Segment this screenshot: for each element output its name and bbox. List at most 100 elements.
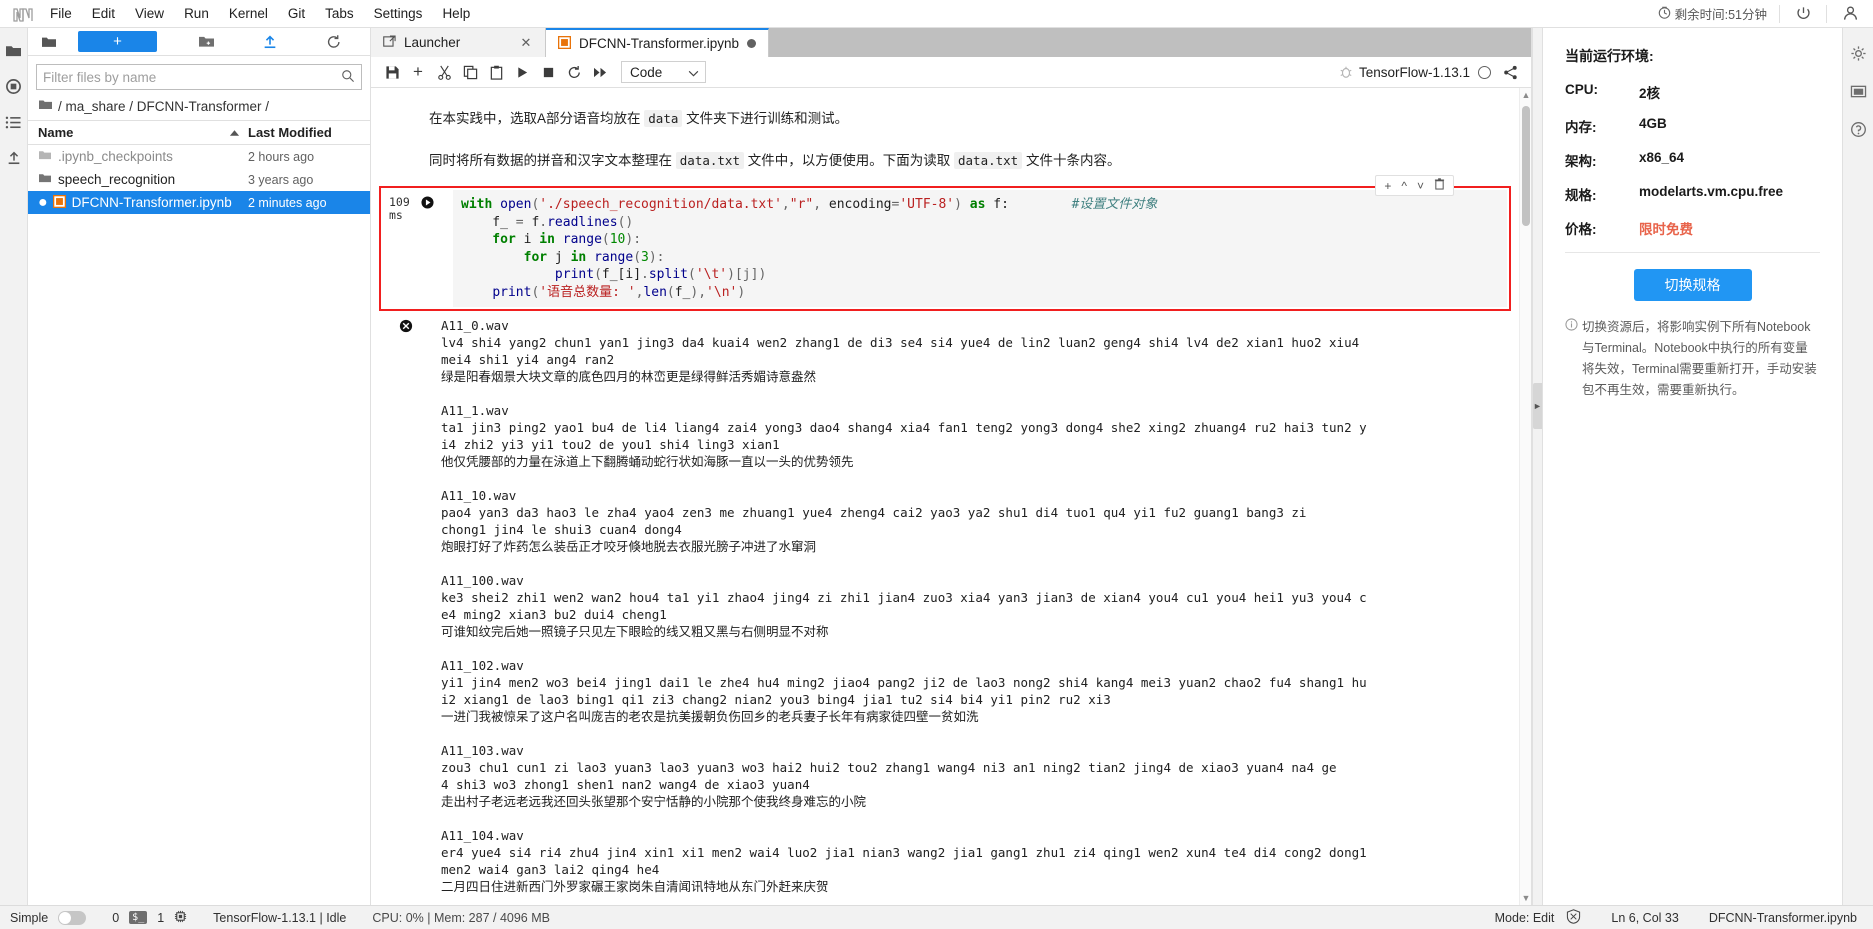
insert-cell-below-icon[interactable]: + [1384, 179, 1391, 193]
delete-cell-icon[interactable] [1434, 178, 1445, 193]
sidebar-item-running[interactable] [0, 68, 28, 104]
file-row-dfcnn-transformer-notebook[interactable]: ● DFCNN-Transformer.ipynb 2 minutes ago [28, 191, 370, 214]
sidebar-item-extension-manager[interactable] [1843, 72, 1873, 110]
scroll-up-arrow-icon[interactable]: ▲ [1521, 90, 1531, 100]
code-cell-selected[interactable]: + ^ ˅ 109 ms with open('./speech_recogni… [379, 175, 1511, 311]
column-header-name-wrap[interactable]: Name [38, 125, 229, 140]
cell-type-dropdown[interactable]: Code [621, 61, 707, 83]
sidebar-item-commands[interactable] [0, 104, 28, 140]
menu-kernel[interactable]: Kernel [219, 1, 278, 27]
code-token: ): [625, 232, 642, 247]
file-row-speech-recognition[interactable]: speech_recognition 3 years ago [28, 168, 370, 191]
output-clear-icon[interactable] [371, 317, 441, 895]
md1-text-a: 在本实践中，选取A部分语音均放在 [429, 111, 645, 126]
interrupt-kernel-button[interactable] [535, 60, 561, 84]
kernel-name-label[interactable]: TensorFlow-1.13.1 [1359, 65, 1470, 80]
run-cell-button[interactable] [509, 60, 535, 84]
run-cell-inline-icon[interactable] [421, 196, 434, 212]
sidebar-item-help[interactable] [1843, 110, 1873, 148]
output-entry: A11_10.wav pao4 yan3 da3 hao3 le zha4 yao… [441, 487, 1513, 555]
menu-help[interactable]: Help [432, 1, 480, 27]
menu-git[interactable]: Git [278, 1, 315, 27]
terminal-count-label: 0 [112, 910, 120, 925]
menu-tabs[interactable]: Tabs [315, 1, 364, 27]
tab-dfcnn-transformer[interactable]: DFCNN-Transformer.ipynb [546, 28, 770, 57]
code-token: 'UTF-8' [899, 197, 955, 212]
code-token: = [515, 214, 524, 230]
menu-view[interactable]: View [125, 1, 174, 27]
filter-files-input[interactable] [43, 69, 341, 85]
file-row-ipynb-checkpoints[interactable]: .ipynb_checkpoints 2 hours ago [28, 145, 370, 168]
sort-ascending-icon [229, 125, 240, 140]
tab-launcher[interactable]: Launcher ✕ [371, 28, 546, 57]
move-cell-up-icon[interactable]: ^ [1401, 179, 1407, 193]
paste-cells-button[interactable] [483, 60, 509, 84]
menu-file[interactable]: File [40, 1, 82, 27]
sidebar-item-upload[interactable] [0, 140, 28, 176]
restart-kernel-button[interactable] [561, 60, 587, 84]
code-editor[interactable]: with open ('./speech_recognition/data.txt… [453, 190, 1507, 307]
output-pinyin-line: pao4 yan3 da3 hao3 le zha4 yao4 zen3 me … [441, 505, 1307, 520]
code-token: '\t' [695, 267, 728, 282]
file-modified-label: 2 minutes ago [248, 195, 327, 210]
close-icon[interactable]: ✕ [519, 35, 533, 51]
markdown-cell-1[interactable]: 在本实践中，选取A部分语音均放在 data 文件夹下进行训练和测试。 [371, 102, 1519, 136]
power-button[interactable] [1780, 0, 1826, 28]
scrollbar-thumb[interactable] [1522, 106, 1530, 226]
markdown-cell-2[interactable]: 同时将所有数据的拼音和汉字文本整理在 data.txt 文件中，以方便使用。下面… [371, 136, 1519, 178]
code-token: ), [690, 284, 707, 300]
new-launcher-button[interactable]: + [78, 31, 157, 52]
terminal-icon[interactable]: $_ [129, 911, 148, 924]
code-line: for i in range(10): [461, 231, 1499, 249]
switch-flavor-note-text: 切换资源后，将影响实例下所有Notebook与Terminal。Notebook… [1582, 320, 1817, 397]
new-folder-button[interactable] [191, 30, 221, 54]
resource-usage-label: CPU: 0% | Mem: 287 / 4096 MB [372, 910, 550, 925]
upload-files-button[interactable] [255, 30, 285, 54]
sidebar-item-property-inspector[interactable] [1843, 34, 1873, 72]
insert-cell-button[interactable]: + [405, 60, 431, 84]
output-pinyin-line: yi1 jin4 men2 wo3 bei4 jing1 dai1 le zhe… [441, 675, 1367, 690]
breadcrumb[interactable]: / ma_share / DFCNN-Transformer / [28, 94, 370, 120]
no-kernel-busy-icon[interactable] [1566, 908, 1581, 927]
info-icon [1565, 317, 1578, 401]
right-sidebar-rail [1842, 28, 1873, 905]
output-hanzi-line: 可谁知纹完后她一照镜子只见左下眼睑的线又粗又黑与右侧明显不对称 [441, 624, 829, 639]
simple-mode-toggle[interactable] [58, 910, 87, 925]
switch-flavor-button[interactable]: 切换规格 [1633, 269, 1752, 301]
code-token: ( [601, 232, 610, 247]
save-button[interactable] [379, 60, 405, 84]
new-folder-icon-left[interactable] [34, 30, 64, 54]
copy-cells-button[interactable] [457, 60, 483, 84]
scroll-down-arrow-icon[interactable]: ▼ [1521, 893, 1531, 903]
runtime-info-panel: 当前运行环境: CPU: 2核 内存: 4GB 架构: x86_64 规格: m… [1542, 28, 1842, 905]
unsaved-changes-dot-icon[interactable] [747, 39, 757, 48]
output-entry: A11_100.wav ke3 shei2 zhi1 wen2 wan2 hou4… [441, 572, 1513, 640]
cut-cells-button[interactable] [431, 60, 457, 84]
move-cell-down-icon[interactable]: ˅ [1417, 179, 1424, 193]
column-header-modified[interactable]: Last Modified [248, 125, 360, 140]
user-account-button[interactable] [1827, 0, 1873, 28]
debugger-icon[interactable] [1333, 60, 1359, 84]
collapse-arrow-icon[interactable]: ► [1532, 383, 1543, 429]
code-token: len [643, 284, 667, 300]
kernel-sessions-icon[interactable] [174, 910, 187, 926]
share-icon[interactable] [1497, 60, 1523, 84]
refresh-file-list-button[interactable] [319, 30, 349, 54]
kernel-status-label[interactable]: TensorFlow-1.13.1 | Idle [213, 911, 346, 925]
restart-and-run-all-button[interactable] [587, 60, 613, 84]
file-filter-box[interactable] [36, 64, 362, 90]
runtime-key-memory: 内存: [1565, 120, 1597, 135]
file-row-name-wrap: ● DFCNN-Transformer.ipynb [38, 194, 232, 211]
code-token: range [594, 249, 634, 265]
notebook-scrollbar[interactable]: ▲ ▼ [1519, 88, 1531, 905]
panel-collapse-handle[interactable]: ► [1532, 28, 1543, 905]
code-token: , [781, 197, 790, 212]
menu-edit[interactable]: Edit [82, 1, 125, 27]
file-name-label: .ipynb_checkpoints [58, 149, 173, 164]
sidebar-item-file-browser[interactable] [0, 32, 28, 68]
code-token: for [461, 232, 516, 247]
menu-settings[interactable]: Settings [364, 1, 433, 27]
menu-run[interactable]: Run [174, 1, 219, 27]
